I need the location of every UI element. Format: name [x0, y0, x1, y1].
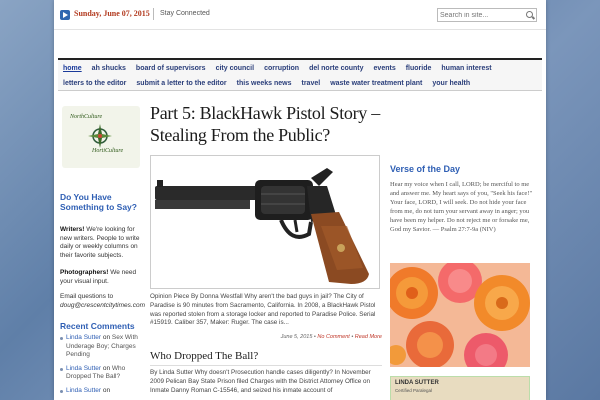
search-icon[interactable]	[526, 11, 533, 18]
nav-item-events[interactable]: events	[369, 62, 401, 76]
nav-row-1: home ah shucks board of supervisors city…	[58, 62, 497, 76]
nav-item-ah-shucks[interactable]: ah shucks	[87, 62, 131, 76]
email-text: Email questions to	[60, 293, 114, 300]
verse-text: Hear my voice when I call, LORD; be merc…	[390, 181, 533, 233]
search-box[interactable]	[437, 8, 537, 22]
comment-on-text: on	[101, 334, 112, 341]
post2-title-link[interactable]: Who Dropped The Ball?	[150, 350, 258, 362]
flowers-illustration	[390, 263, 530, 367]
top-bar: Sunday, June 07, 2015 Stay Connected	[54, 0, 546, 30]
revolver-illustration	[151, 156, 379, 288]
list-item: Linda Sutter on	[60, 387, 142, 396]
email-link[interactable]: doug@crescentcitytimes.com	[60, 302, 145, 309]
comment-author-link[interactable]: Linda Sutter	[66, 365, 101, 372]
nav-row-2: letters to the editor submit a letter to…	[58, 77, 475, 91]
divider	[150, 365, 382, 366]
nav-item-submit-letter[interactable]: submit a letter to the editor	[131, 77, 231, 91]
stay-connected-link[interactable]: Stay Connected	[160, 10, 210, 17]
nav-item-city-council[interactable]: city council	[211, 62, 260, 76]
right-sidebar: Verse of the Day Hear my voice when I ca…	[390, 100, 540, 400]
nav-item-corruption[interactable]: corruption	[259, 62, 304, 76]
nav-item-letters-to-the-editor[interactable]: letters to the editor	[58, 77, 131, 91]
comment-author-link[interactable]: Linda Sutter	[66, 387, 101, 394]
nav-item-home[interactable]: home	[58, 62, 87, 76]
email-paragraph: Email questions to doug@crescentcitytime…	[60, 293, 145, 310]
nav-item-del-norte-county[interactable]: del norte county	[304, 62, 368, 76]
read-more-link[interactable]: Read More	[355, 334, 382, 340]
ad-name: LINDA SUTTER	[395, 380, 439, 386]
search-input[interactable]	[440, 10, 522, 20]
nav-item-waste-water[interactable]: waste water treatment plant	[325, 77, 427, 91]
comment-on-text: on	[101, 364, 112, 372]
writers-paragraph: Writers! We're looking for new writers. …	[60, 226, 140, 260]
dahlia-flowers-image[interactable]	[390, 263, 530, 367]
compass-icon	[88, 124, 112, 148]
linda-sutter-ad[interactable]: LINDA SUTTER Certified Paralegal	[390, 376, 530, 400]
northculture-logo[interactable]: NorthCulture HortiCulture	[62, 106, 140, 168]
divider	[153, 8, 154, 20]
left-sidebar: NorthCulture HortiCulture Do You Have So…	[58, 100, 145, 400]
post-title-link[interactable]: Part 5: BlackHawk Pistol Story – Stealin…	[150, 102, 390, 146]
nav-item-your-health[interactable]: your health	[427, 77, 475, 91]
nav-item-travel[interactable]: travel	[297, 77, 326, 91]
recent-comments-list: Linda Sutter on Sex With Underage Boy; C…	[60, 334, 142, 400]
verse-heading: Verse of the Day	[390, 164, 461, 174]
nav-item-human-interest[interactable]: human interest	[436, 62, 496, 76]
something-to-say-heading: Do You Have Something to Say?	[60, 192, 137, 212]
revolver-image[interactable]	[150, 155, 380, 289]
main-navigation: home ah shucks board of supervisors city…	[58, 58, 542, 91]
list-item: Linda Sutter on Who Dropped The Ball?	[60, 365, 142, 382]
photographers-paragraph: Photographers! We need your visual input…	[60, 269, 140, 286]
list-item: Linda Sutter on Sex With Underage Boy; C…	[60, 334, 142, 360]
logo-text-bottom: HortiCulture	[92, 148, 124, 154]
post-date: June 5, 2015	[280, 334, 313, 340]
logo-text-top: NorthCulture	[70, 114, 103, 120]
post-meta: June 5, 2015 • No Comment • Read More	[280, 334, 382, 340]
ad-subtitle: Certified Paralegal	[395, 388, 433, 393]
calendar-arrow-icon	[60, 10, 70, 20]
post2-excerpt: By Linda Sutter Why doesn't Prosecution …	[150, 369, 371, 394]
nav-item-fluoride[interactable]: fluoride	[401, 62, 437, 76]
photographers-label: Photographers!	[60, 269, 109, 276]
comment-on-text: on	[101, 386, 111, 394]
comments-link[interactable]: No Comment	[317, 334, 349, 340]
post-excerpt: Opinion Piece By Donna Westfall Why aren…	[150, 293, 376, 327]
page: Sunday, June 07, 2015 Stay Connected hom…	[54, 0, 546, 400]
recent-comments-heading: Recent Comments	[60, 321, 135, 331]
main-content: Part 5: BlackHawk Pistol Story – Stealin…	[150, 100, 382, 400]
nav-item-board-of-supervisors[interactable]: board of supervisors	[131, 62, 211, 76]
current-date: Sunday, June 07, 2015	[74, 9, 150, 18]
nav-item-this-weeks-news[interactable]: this weeks news	[232, 77, 297, 91]
writers-label: Writers!	[60, 226, 85, 233]
comment-author-link[interactable]: Linda Sutter	[66, 334, 101, 341]
